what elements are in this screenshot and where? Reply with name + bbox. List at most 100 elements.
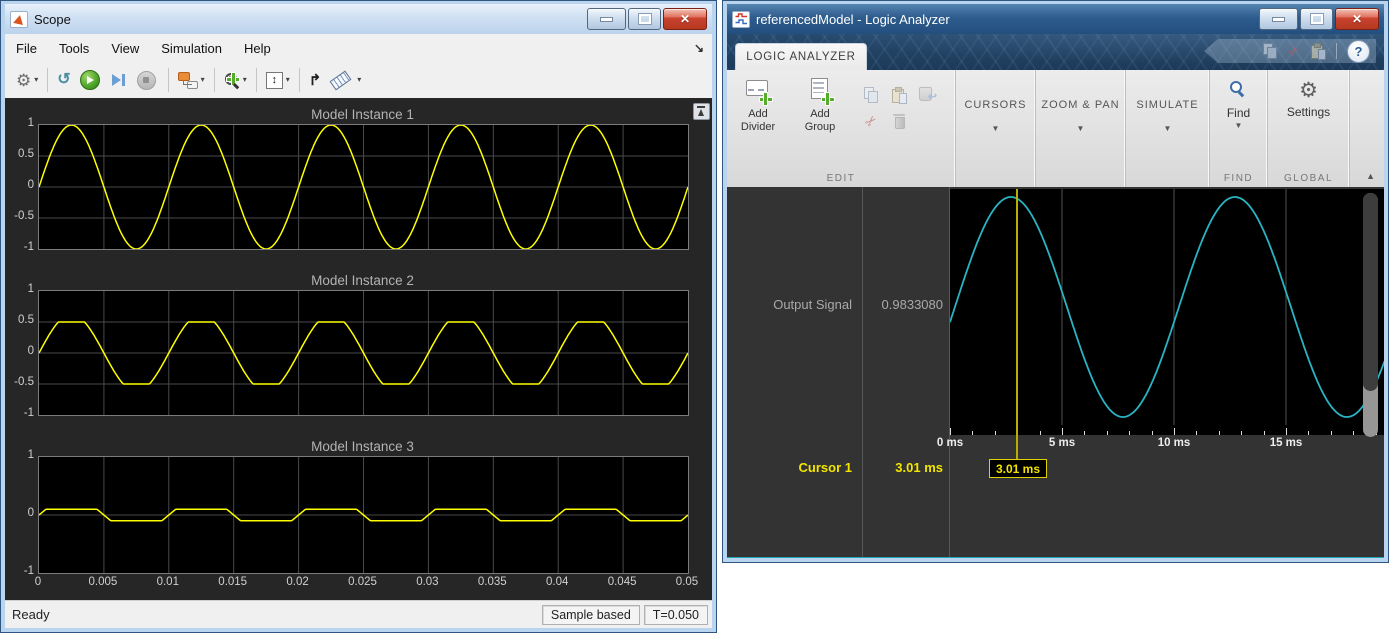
maximize-icon <box>1311 14 1323 24</box>
cursors-label: CURSORS <box>964 99 1026 111</box>
cut-icon[interactable] <box>862 112 880 130</box>
highlight-block-button[interactable] <box>693 103 710 120</box>
autoscale-button[interactable] <box>263 70 293 91</box>
maximize-button[interactable] <box>628 8 661 30</box>
tab-logic-analyzer[interactable]: LOGIC ANALYZER <box>735 43 867 70</box>
section-simulate: SIMULATE <box>1126 70 1210 187</box>
find-button[interactable]: Find <box>1210 70 1267 130</box>
signal-selector-button[interactable] <box>175 70 208 91</box>
menubar-overflow-icon[interactable] <box>694 42 704 54</box>
menu-view[interactable]: View <box>100 41 150 56</box>
scrollbar-thumb[interactable] <box>1363 193 1378 391</box>
copy-icon[interactable] <box>863 87 879 103</box>
quick-access-toolbar: ? <box>1204 39 1376 63</box>
y-tick-label: -1 <box>5 407 34 419</box>
la-window-title: referencedModel - Logic Analyzer <box>756 12 950 27</box>
la-channel-area: Output Signal 0.9833080 3.01 ms Cursor 1… <box>727 187 1384 558</box>
minimize-button[interactable] <box>587 8 626 30</box>
measurements-button[interactable] <box>324 73 364 88</box>
scope-plot-region: Model Instance 1 Model Instance 2 Model … <box>5 98 712 600</box>
gear-icon <box>16 72 31 89</box>
chevron-down-icon <box>201 76 205 84</box>
section-find: Find FIND <box>1210 70 1268 187</box>
la-titlebar[interactable]: referencedModel - Logic Analyzer <box>727 4 1384 34</box>
close-button[interactable] <box>663 8 707 30</box>
autoscale-icon <box>266 72 283 89</box>
time-tick <box>1286 428 1287 435</box>
cursors-dropdown[interactable]: CURSORS <box>956 70 1035 162</box>
zoom-pan-dropdown[interactable]: ZOOM & PAN <box>1036 70 1125 162</box>
toolbar-separator <box>299 68 300 92</box>
time-tick <box>995 431 996 435</box>
copy-icon[interactable] <box>1262 43 1278 59</box>
menu-file[interactable]: File <box>5 41 48 56</box>
zoom-pan-label: ZOOM & PAN <box>1041 99 1119 111</box>
chevron-down-icon <box>992 125 1000 133</box>
scope-statusbar: Ready Sample based T=0.050 <box>5 600 712 628</box>
menu-tools[interactable]: Tools <box>48 41 100 56</box>
section-cursors: CURSORS <box>956 70 1036 187</box>
time-axis-label: 10 ms <box>1146 437 1202 449</box>
cursor-tag[interactable]: 3.01 ms <box>989 459 1047 478</box>
status-text: Ready <box>5 607 542 622</box>
run-button[interactable] <box>74 68 106 92</box>
step-forward-icon <box>112 74 125 86</box>
scope-titlebar[interactable]: Scope <box>5 4 712 34</box>
zoom-button[interactable]: + <box>221 70 250 90</box>
settings-button[interactable]: Settings <box>1268 70 1349 119</box>
settings-label: Settings <box>1287 105 1330 119</box>
chevron-down-icon <box>1077 125 1085 133</box>
find-label: Find <box>1227 106 1250 120</box>
time-tick <box>1174 428 1175 435</box>
step-forward-button[interactable] <box>106 72 131 88</box>
trigger-button[interactable] <box>306 71 325 90</box>
run-backward-button[interactable] <box>54 70 73 90</box>
delete-icon[interactable] <box>891 113 907 129</box>
time-tick <box>1241 431 1242 435</box>
time-tick <box>1264 431 1265 435</box>
time-axis-label: 0 ms <box>922 437 978 449</box>
maximize-button[interactable] <box>1300 8 1333 30</box>
dock-arrow-icon <box>697 106 705 108</box>
add-divider-button[interactable]: Add Divider <box>727 78 789 134</box>
paste-icon[interactable] <box>891 87 907 103</box>
x-tick-label: 0.025 <box>337 576 389 588</box>
x-tick-label: 0.005 <box>77 576 129 588</box>
section-label-find: FIND <box>1210 173 1267 184</box>
plot-2 <box>38 290 689 416</box>
run-backward-icon <box>57 72 70 88</box>
time-tick <box>1219 431 1220 435</box>
vertical-scrollbar[interactable] <box>1363 193 1378 437</box>
time-axis-label: 15 ms <box>1258 437 1314 449</box>
configuration-button[interactable] <box>13 70 41 91</box>
close-button[interactable] <box>1335 8 1379 30</box>
simulate-label: SIMULATE <box>1136 99 1198 111</box>
simulate-dropdown[interactable]: SIMULATE <box>1126 70 1209 162</box>
column-divider[interactable] <box>862 187 863 557</box>
sim-time-box: T=0.050 <box>644 605 708 625</box>
y-tick-label: -0.5 <box>5 376 34 388</box>
add-group-button[interactable]: Add Group <box>789 78 851 134</box>
stop-button[interactable] <box>131 69 162 92</box>
y-tick-label: 1 <box>5 449 34 461</box>
chevron-down-icon <box>357 76 361 84</box>
signal-name[interactable]: Output Signal <box>727 297 852 312</box>
section-label-edit: EDIT <box>727 173 955 184</box>
cut-icon[interactable] <box>1285 42 1303 60</box>
cursor-value: 3.01 ms <box>862 460 943 475</box>
time-tick <box>972 431 973 435</box>
qat-separator <box>1336 43 1337 59</box>
collapse-toolstrip-button[interactable] <box>1366 172 1375 181</box>
trigger-icon <box>309 73 322 88</box>
undo-delete-icon[interactable] <box>918 87 936 103</box>
menu-simulation[interactable]: Simulation <box>150 41 233 56</box>
chevron-down-icon <box>286 76 290 84</box>
minimize-icon <box>600 17 613 22</box>
menu-help[interactable]: Help <box>233 41 282 56</box>
x-tick-label: 0.05 <box>661 576 713 588</box>
help-button[interactable]: ? <box>1347 40 1370 63</box>
minimize-button[interactable] <box>1259 8 1298 30</box>
x-tick-label: 0.03 <box>401 576 453 588</box>
paste-icon[interactable] <box>1310 43 1326 59</box>
cursor-line[interactable] <box>1016 189 1018 459</box>
